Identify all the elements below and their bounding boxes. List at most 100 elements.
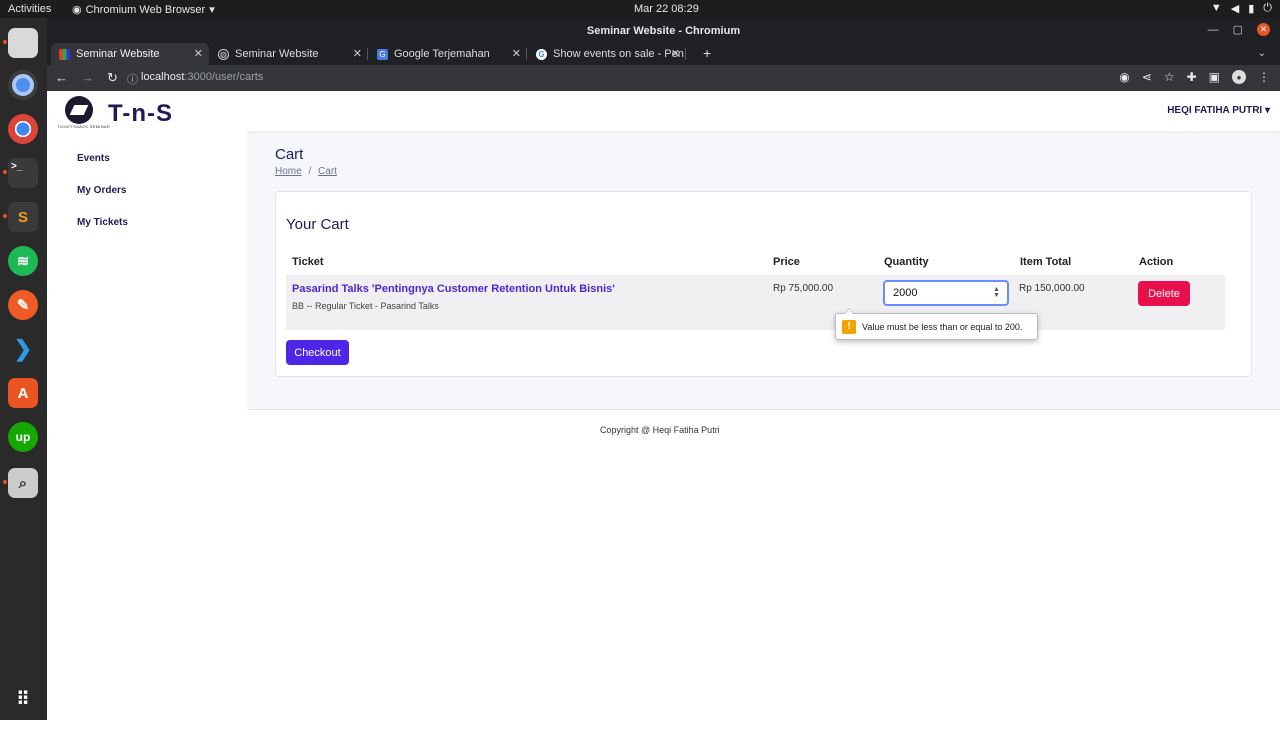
checkout-button[interactable]: Checkout xyxy=(286,340,349,365)
window-title: Seminar Website - Chromium xyxy=(586,25,741,37)
files-icon[interactable] xyxy=(8,28,38,58)
wifi-icon: ▼ xyxy=(1210,2,1222,14)
url-path: :3000/user/carts xyxy=(184,71,264,83)
running-indicator xyxy=(3,480,7,484)
warning-icon: ! xyxy=(842,319,856,334)
dock: >_ S ≋ ✎ ❯ A up ⌕ ⠿ xyxy=(0,18,47,720)
profile-avatar-icon[interactable]: ● xyxy=(1232,70,1246,84)
power-icon: ⏻ xyxy=(1263,2,1272,14)
minimize-icon[interactable]: — xyxy=(1208,24,1219,36)
close-tab-icon[interactable]: ✕ xyxy=(194,47,203,60)
site-logo-icon[interactable] xyxy=(65,96,93,124)
tab-strip: Seminar Website ✕ ◍ Seminar Website ✕ G Goog… xyxy=(47,43,1280,65)
breadcrumb-cart-link[interactable]: Cart xyxy=(318,166,337,177)
tab-label: Seminar Website xyxy=(76,48,160,60)
chevron-down-icon: ▾ xyxy=(209,4,215,16)
site-info-icon[interactable]: ⓘ xyxy=(127,71,138,87)
tab-seminar-website-active[interactable]: Seminar Website ✕ xyxy=(51,43,209,65)
page-title: Cart xyxy=(275,146,304,163)
app-store-icon[interactable]: A xyxy=(8,378,38,408)
side-panel-icon[interactable]: ▣ xyxy=(1209,70,1220,84)
translate-icon: G xyxy=(377,48,388,60)
menu-kebab-icon[interactable]: ⋮ xyxy=(1258,70,1270,84)
close-tab-icon[interactable]: ✕ xyxy=(671,47,680,60)
reload-icon[interactable]: ↻ xyxy=(107,70,118,86)
tab-seminar-website[interactable]: ◍ Seminar Website ✕ xyxy=(210,43,368,65)
ticket-price: Rp 75,000.00 xyxy=(773,283,834,294)
app-menu-label: Chromium Web Browser xyxy=(85,3,206,16)
tab-show-events[interactable]: G Show events on sale - Pen ✕ xyxy=(528,43,686,65)
running-indicator xyxy=(3,214,7,218)
sidebar-item-events[interactable]: Events xyxy=(77,153,110,164)
column-header-action: Action xyxy=(1139,256,1174,268)
app-menu[interactable]: ◉ Chromium Web Browser ▾ xyxy=(72,3,215,17)
copyright-text: Copyright @ Heqi Fatiha Putri xyxy=(600,425,720,435)
site-brand[interactable]: T-n-S xyxy=(108,100,173,128)
volume-icon: ◀ xyxy=(1230,3,1240,15)
new-tab-button[interactable]: + xyxy=(703,45,711,61)
terminal-icon[interactable]: >_ xyxy=(8,158,38,188)
address-bar[interactable]: localhost:3000/user/carts xyxy=(141,71,263,83)
footer: Copyright @ Heqi Fatiha Putri xyxy=(247,410,1280,744)
extensions-icon[interactable]: ✚ xyxy=(1187,70,1197,84)
cart-card: Your Cart Ticket Price Quantity Item Tot… xyxy=(275,191,1252,377)
upwork-icon[interactable]: up xyxy=(8,422,38,452)
delete-button[interactable]: Delete xyxy=(1138,281,1190,306)
item-total: Rp 150,000.00 xyxy=(1019,283,1085,294)
cart-heading: Your Cart xyxy=(286,216,349,233)
search-app-icon[interactable]: ⌕ xyxy=(8,468,38,498)
close-window-icon[interactable]: ✕ xyxy=(1257,23,1270,36)
column-header-price: Price xyxy=(773,256,800,268)
tab-label: Google Terjemahan xyxy=(394,48,490,60)
globe-icon: ◍ xyxy=(218,48,229,60)
running-indicator xyxy=(3,170,7,174)
column-header-quantity: Quantity xyxy=(884,256,929,268)
spotify-icon[interactable]: ≋ xyxy=(8,246,38,276)
user-menu[interactable]: HEQI FATIHA PUTRI ▾ xyxy=(1167,105,1270,116)
google-icon: G xyxy=(536,48,547,60)
bookmark-star-icon[interactable]: ☆ xyxy=(1164,70,1175,84)
close-tab-icon[interactable]: ✕ xyxy=(512,47,521,60)
sublime-icon[interactable]: S xyxy=(8,202,38,232)
caret-down-icon: ▾ xyxy=(1264,105,1270,116)
quantity-input[interactable] xyxy=(883,280,1009,306)
logo-tagline: TICKETSNACK SEMINAR xyxy=(57,124,111,129)
quantity-stepper-icon[interactable]: ▲ ▼ xyxy=(993,286,1000,299)
vscode-icon[interactable]: ❯ xyxy=(8,334,38,364)
system-tray[interactable]: ▼ ◀ ▮ ⏻ xyxy=(1211,2,1272,15)
forward-icon[interactable]: → xyxy=(81,70,94,86)
activities-button[interactable]: Activities xyxy=(8,3,51,15)
ticket-detail: BB -- Regular Ticket - Pasarind Talks xyxy=(292,301,439,311)
app-grid-icon[interactable]: ⠿ xyxy=(8,684,38,714)
system-top-bar: Activities ◉ Chromium Web Browser ▾ Mar 22… xyxy=(0,0,1280,18)
column-header-item-total: Item Total xyxy=(1020,256,1072,268)
share-icon[interactable]: ⋖ xyxy=(1142,70,1152,84)
close-tab-icon[interactable]: ✕ xyxy=(353,47,362,60)
breadcrumb-home-link[interactable]: Home xyxy=(275,166,302,177)
tab-label: Show events on sale - Pen xyxy=(553,48,684,60)
maximize-icon[interactable]: ▢ xyxy=(1233,23,1243,36)
running-indicator xyxy=(3,40,7,44)
clock[interactable]: Mar 22 08:29 xyxy=(634,3,699,15)
tab-google-translate[interactable]: G Google Terjemahan ✕ xyxy=(369,43,527,65)
chromium-icon[interactable] xyxy=(8,70,38,100)
chrome-icon[interactable] xyxy=(8,114,38,144)
url-host: localhost xyxy=(141,71,185,83)
validation-message: Value must be less than or equal to 200. xyxy=(862,321,1023,332)
sidebar-item-my-orders[interactable]: My Orders xyxy=(77,185,126,196)
breadcrumb: Home / Cart xyxy=(275,166,337,177)
column-header-ticket: Ticket xyxy=(292,256,324,268)
battery-icon: ▮ xyxy=(1248,3,1255,15)
postman-icon[interactable]: ✎ xyxy=(8,290,38,320)
google-lens-icon[interactable]: ◉ xyxy=(1119,70,1129,84)
back-icon[interactable]: ← xyxy=(55,70,68,86)
tab-search-icon[interactable]: ⌄ xyxy=(1258,48,1266,59)
ticket-name[interactable]: Pasarind Talks 'Pentingnya Customer Rete… xyxy=(292,283,615,295)
chromium-small-icon: ◉ xyxy=(72,4,82,16)
user-name: HEQI FATIHA PUTRI xyxy=(1167,105,1263,116)
sidebar: Events My Orders My Tickets xyxy=(47,131,247,720)
site-favicon-icon xyxy=(59,48,70,60)
breadcrumb-separator: / xyxy=(308,166,312,177)
sidebar-item-my-tickets[interactable]: My Tickets xyxy=(77,217,128,228)
tab-label: Seminar Website xyxy=(235,48,319,60)
